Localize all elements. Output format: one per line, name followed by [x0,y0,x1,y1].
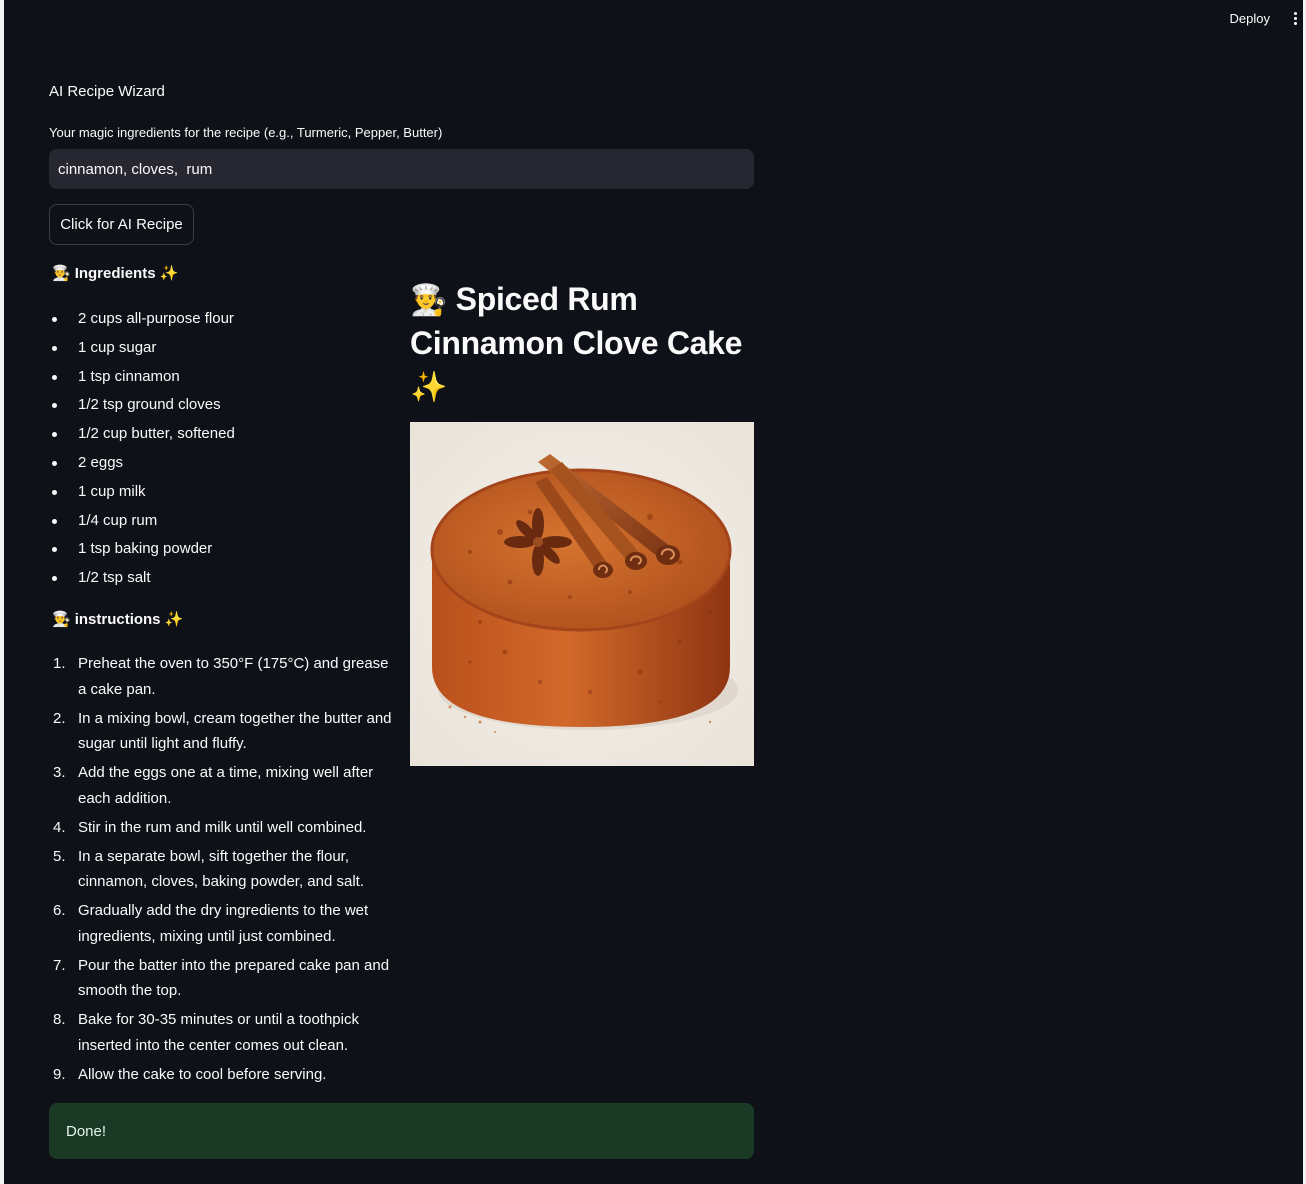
instruction-step: 8. Bake for 30-35 minutes or until a toot… [52,1007,397,1058]
ingredient-item: 1/2 tsp salt [52,564,235,593]
step-text: Allow the cake to cool before serving. [78,1065,327,1083]
instruction-step: 2. In a mixing bowl, cream together the b… [52,706,397,757]
step-number: 1. [53,655,66,672]
step-text: Pour the batter into the prepared cake p… [78,956,390,1000]
recipe-title-text: Spiced Rum Cinnamon Clove Cake [410,281,743,361]
instructions-heading-text: instructions [74,610,161,628]
chef-icon: 👨‍🍳 [52,610,71,628]
step-text: Bake for 30-35 minutes or until a toothp… [78,1011,359,1054]
step-text: In a separate bowl, sift together the fl… [78,847,365,891]
step-text: Preheat the oven to 350°F (175°C) and gr… [78,655,389,698]
ingredient-item: 1 cup sugar [52,334,235,363]
window-edge-left [0,0,4,1184]
sparkles-icon: ✨ [410,370,448,405]
instruction-step: 1. Preheat the oven to 350°F (175°C) and … [52,651,397,702]
step-text: Add the eggs one at a time, mixing well … [78,764,374,807]
get-recipe-button[interactable]: Click for AI Recipe [49,204,194,245]
kebab-menu-icon[interactable] [1291,12,1299,28]
ingredient-item: 2 eggs [52,449,235,478]
ingredients-input-label: Your magic ingredients for the recipe (e… [49,125,443,140]
chef-icon: 👨‍🍳 [52,264,71,282]
step-number: 8. [53,1011,66,1028]
step-text: In a mixing bowl, cream together the but… [78,709,392,753]
instructions-heading: 👨‍🍳 instructions ✨ [52,610,183,628]
instruction-step: 4. Stir in the rum and milk until well co… [52,815,397,841]
ingredient-item: 1/4 cup rum [52,507,235,536]
chef-icon: 👨‍🍳 [410,283,448,318]
ingredient-item: 1 tsp cinnamon [52,363,235,392]
top-toolbar: Deploy [4,0,1303,40]
ingredients-list: 2 cups all-purpose flour 1 cup sugar 1 tsp… [52,305,235,593]
step-number: 7. [53,956,66,974]
ingredients-heading-text: Ingredients [74,264,156,282]
ingredient-item: 1/2 cup butter, softened [52,420,235,449]
instructions-list: 1. Preheat the oven to 350°F (175°C) and … [52,651,397,1091]
ingredient-item: 1/2 tsp ground cloves [52,391,235,420]
instruction-step: 3. Add the eggs one at a time, mixing wel… [52,760,397,811]
sparkles-icon: ✨ [159,264,179,282]
ingredients-input[interactable] [49,149,754,189]
step-number: 3. [53,764,66,781]
sparkles-icon: ✨ [164,610,184,628]
recipe-title: 👨‍🍳 Spiced Rum Cinnamon Clove Cake ✨ [410,278,760,409]
instruction-step: 9. Allow the cake to cool before serving. [52,1062,397,1088]
instruction-step: 6. Gradually add the dry ingredients to t… [52,898,397,949]
step-text: Gradually add the dry ingredients to the… [78,902,369,945]
recipe-image [410,422,754,766]
cake-illustration [410,422,754,766]
step-number: 5. [53,847,66,865]
step-text: Stir in the rum and milk until well comb… [78,818,367,836]
instruction-step: 7. Pour the batter into the prepared cake… [52,953,397,1004]
step-number: 4. [53,818,66,836]
ingredient-item: 1 cup milk [52,478,235,507]
step-number: 2. [53,709,66,727]
success-message: Done! [66,1122,107,1140]
deploy-button[interactable]: Deploy [1230,11,1270,26]
instruction-step: 5. In a separate bowl, sift together the … [52,844,397,895]
ingredient-item: 2 cups all-purpose flour [52,305,235,334]
step-number: 9. [53,1065,66,1083]
ingredient-item: 1 tsp baking powder [52,535,235,564]
step-number: 6. [53,902,66,919]
app-title: AI Recipe Wizard [49,83,165,100]
ingredients-heading: 👨‍🍳 Ingredients ✨ [52,264,178,282]
success-banner: Done! [49,1103,754,1159]
